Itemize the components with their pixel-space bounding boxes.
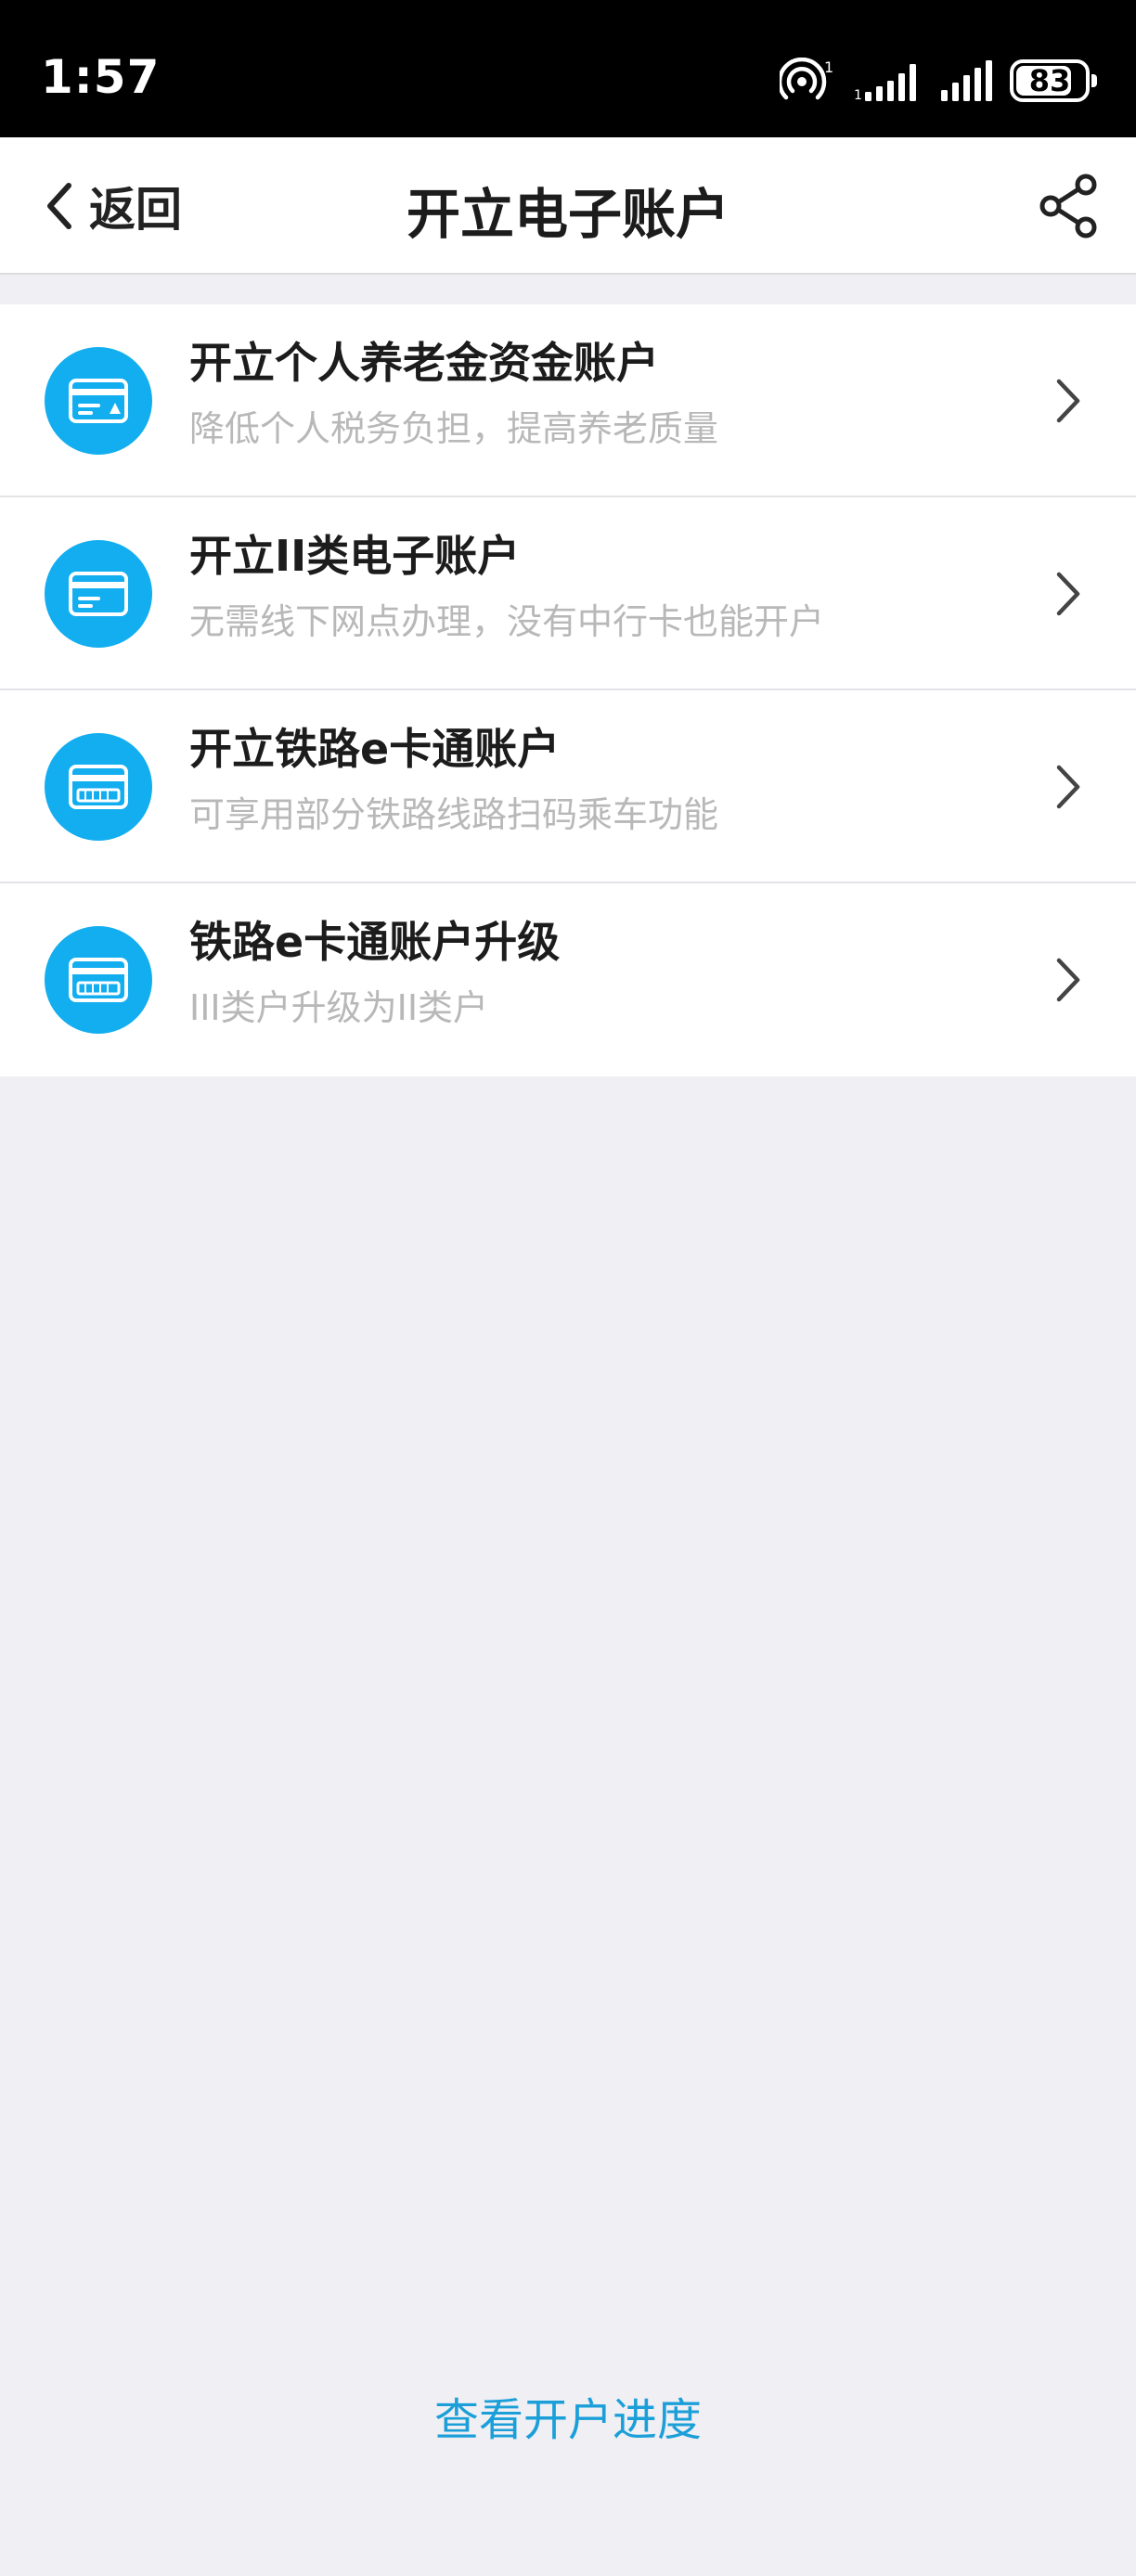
share-icon[interactable]	[1036, 173, 1103, 239]
item-title: 开立II类电子账户	[189, 531, 521, 581]
status-bar: 1:57 1 1 83	[0, 0, 1136, 137]
svg-text:1: 1	[824, 58, 833, 76]
status-icons: 1 1 83	[763, 58, 1097, 104]
list-item-railway-ecard-account[interactable]: 开立铁路e卡通账户 可享用部分铁路线路扫码乘车功能	[0, 690, 1136, 883]
battery-level-text: 83	[1028, 63, 1071, 98]
svg-text:1: 1	[854, 88, 862, 101]
pension-card-icon	[45, 347, 152, 455]
chevron-left-icon	[47, 183, 71, 229]
card-icon	[45, 540, 152, 648]
item-title: 开立个人养老金资金账户	[189, 338, 659, 388]
battery-tip	[1091, 74, 1097, 87]
hotspot-icon: 1	[780, 58, 833, 100]
back-label: 返回	[89, 183, 182, 237]
back-button[interactable]: 返回	[43, 174, 182, 238]
item-subtitle: 降低个人税务负担，提高养老质量	[189, 408, 719, 449]
nav-bar: 返回 开立电子账户	[0, 137, 1136, 275]
rail-card-icon	[45, 926, 152, 1034]
chevron-right-icon	[1056, 379, 1080, 423]
account-option-list: 开立个人养老金资金账户 降低个人税务负担，提高养老质量 开立II类电子账户 无需…	[0, 304, 1136, 1076]
item-title: 铁路e卡通账户升级	[189, 917, 561, 967]
view-progress-link[interactable]: 查看开户进度	[0, 2383, 1136, 2448]
battery-icon: 83	[1010, 59, 1097, 102]
item-subtitle: 无需线下网点办理，没有中行卡也能开户	[189, 601, 825, 642]
list-item-railway-ecard-upgrade[interactable]: 铁路e卡通账户升级 III类户升级为II类户	[0, 883, 1136, 1076]
item-subtitle: III类户升级为II类户	[189, 987, 489, 1028]
signal-2-icon	[941, 60, 992, 101]
chevron-right-icon	[1056, 572, 1080, 616]
status-time: 1:57	[41, 50, 161, 104]
list-item-class2-account[interactable]: 开立II类电子账户 无需线下网点办理，没有中行卡也能开户	[0, 497, 1136, 690]
list-item-pension-account[interactable]: 开立个人养老金资金账户 降低个人税务负担，提高养老质量	[0, 304, 1136, 497]
chevron-right-icon	[1056, 958, 1080, 1002]
chevron-right-icon	[1056, 765, 1080, 809]
item-subtitle: 可享用部分铁路线路扫码乘车功能	[189, 794, 719, 835]
signal-1-icon: 1	[854, 64, 916, 101]
item-title: 开立铁路e卡通账户	[189, 724, 561, 774]
rail-card-icon	[45, 733, 152, 841]
